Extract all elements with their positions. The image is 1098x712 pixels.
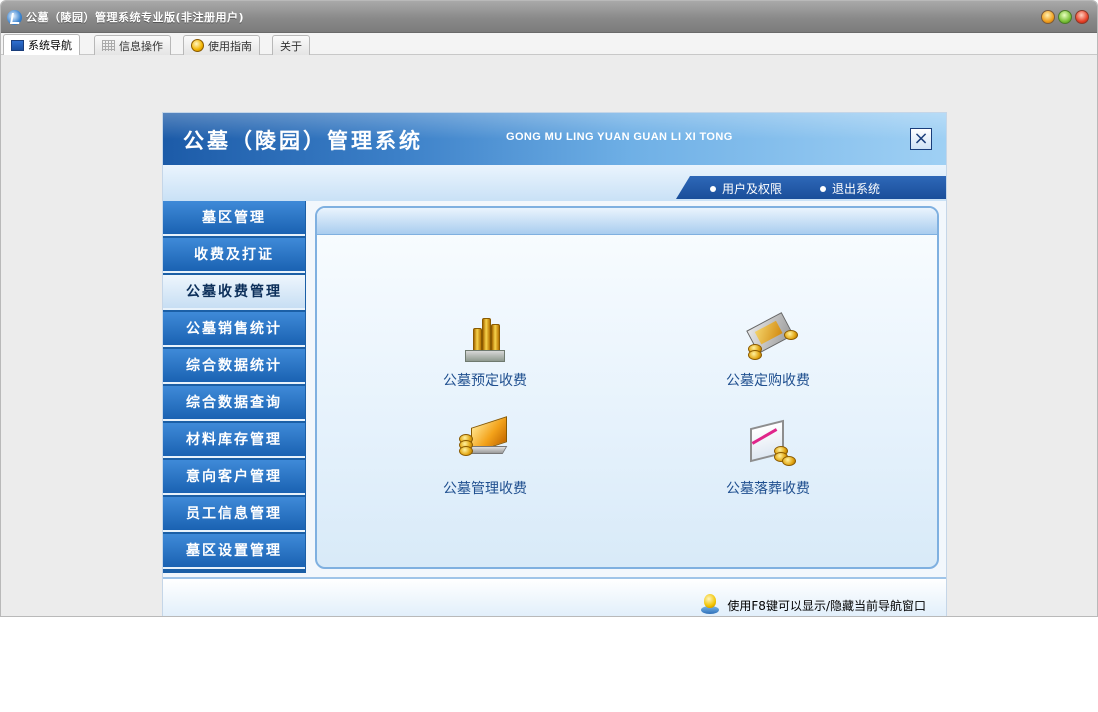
content-area: 公墓预定收费 公墓定购收费 公墓管理收费 公墓落葬收费: [315, 206, 939, 569]
tip: 使用F8键可以显示/隐藏当前导航窗口: [699, 594, 926, 616]
window-title: 公墓（陵园）管理系统专业版(非注册用户): [26, 11, 245, 24]
user-permissions-link[interactable]: 用户及权限: [710, 180, 782, 197]
lightbulb-icon: [699, 594, 721, 616]
sidebar-item-sales-stats[interactable]: 公墓销售统计: [163, 312, 305, 347]
maximize-button[interactable]: [1058, 10, 1072, 24]
management-fee-option[interactable]: 公墓管理收费: [415, 416, 555, 498]
help-icon: [191, 39, 204, 52]
link-label: 退出系统: [832, 182, 881, 196]
reservation-fee-option[interactable]: 公墓预定收费: [415, 308, 555, 390]
sidebar-item-prospects[interactable]: 意向客户管理: [163, 460, 305, 495]
banner-title: 公墓（陵园）管理系统: [183, 128, 423, 153]
coin-stack-icon: [457, 308, 513, 364]
chart-coins-icon: [740, 416, 796, 472]
app-window: 公墓（陵园）管理系统专业版(非注册用户) 系统导航 信息操作 使用指南 关于 公…: [0, 0, 1098, 617]
sidebar: 墓区管理 收费及打证 公墓收费管理 公墓销售统计 综合数据统计 综合数据查询 材…: [163, 201, 306, 573]
sidebar-item-staff[interactable]: 员工信息管理: [163, 497, 305, 532]
sidebar-item-data-stats[interactable]: 综合数据统计: [163, 349, 305, 384]
grid-icon: [102, 40, 115, 51]
tab-label: 信息操作: [119, 39, 163, 53]
sidebar-item-cemetery-fees[interactable]: 公墓收费管理: [163, 275, 305, 310]
tip-text: 使用F8键可以显示/隐藏当前导航窗口: [727, 598, 926, 613]
sidebar-item-fees-certificates[interactable]: 收费及打证: [163, 238, 305, 273]
tab-label: 系统导航: [28, 39, 72, 52]
burial-fee-option[interactable]: 公墓落葬收费: [698, 416, 838, 498]
monitor-icon: [11, 39, 24, 51]
tab-info-ops[interactable]: 信息操作: [94, 35, 171, 55]
sidebar-item-data-query[interactable]: 综合数据查询: [163, 386, 305, 421]
sidebar-item-inventory[interactable]: 材料库存管理: [163, 423, 305, 458]
navigation-panel: 公墓（陵园）管理系统 GONG MU LING YUAN GUAN LI XI …: [163, 113, 946, 616]
tab-label: 使用指南: [208, 39, 252, 53]
tab-label: 关于: [280, 39, 302, 53]
bullet-icon: [710, 185, 716, 192]
tab-bar: 系统导航 信息操作 使用指南 关于: [1, 33, 1097, 55]
banner: 公墓（陵园）管理系统 GONG MU LING YUAN GUAN LI XI …: [163, 113, 946, 165]
exit-system-link[interactable]: 退出系统: [820, 180, 880, 197]
link-label: 用户及权限: [722, 182, 783, 196]
option-label: 公墓落葬收费: [726, 481, 810, 497]
window-controls: [1041, 10, 1089, 24]
tab-system-nav[interactable]: 系统导航: [3, 34, 80, 55]
laptop-coins-icon: [457, 416, 513, 472]
close-window-button[interactable]: [1075, 10, 1089, 24]
option-label: 公墓预定收费: [443, 373, 527, 389]
content-header: [317, 208, 937, 235]
minimize-button[interactable]: [1041, 10, 1055, 24]
close-icon[interactable]: ×: [910, 128, 932, 150]
title-bar[interactable]: 公墓（陵园）管理系统专业版(非注册用户): [1, 1, 1097, 33]
option-label: 公墓定购收费: [726, 373, 810, 389]
bullet-icon: [820, 185, 826, 192]
banner-subtitle: GONG MU LING YUAN GUAN LI XI TONG: [506, 131, 733, 143]
sidebar-item-cemetery-area[interactable]: 墓区管理: [163, 201, 305, 236]
wallet-coins-icon: [740, 308, 798, 364]
purchase-fee-option[interactable]: 公墓定购收费: [698, 308, 838, 390]
tab-user-guide[interactable]: 使用指南: [183, 35, 260, 55]
footer: 使用F8键可以显示/隐藏当前导航窗口: [163, 577, 946, 616]
tab-about[interactable]: 关于: [272, 35, 310, 55]
sidebar-item-area-settings[interactable]: 墓区设置管理: [163, 534, 305, 569]
option-label: 公墓管理收费: [443, 481, 527, 497]
app-logo-icon: [7, 10, 22, 25]
